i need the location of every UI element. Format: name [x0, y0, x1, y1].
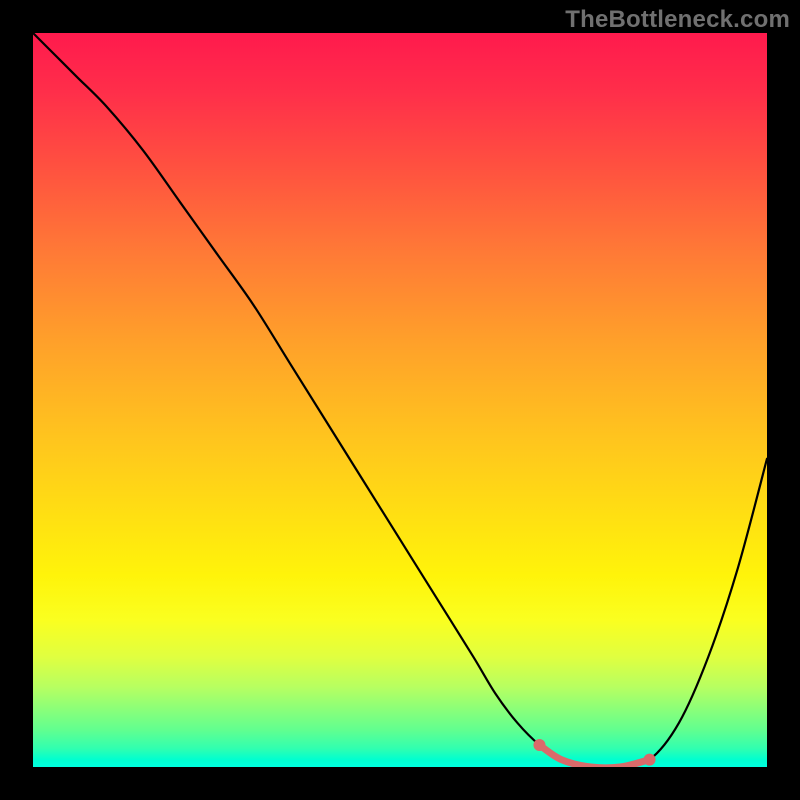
curve-layer	[33, 33, 767, 767]
watermark-text: TheBottleneck.com	[565, 6, 790, 34]
plot-area	[33, 33, 767, 767]
highlight-segment	[539, 745, 649, 767]
highlight-dot	[533, 739, 545, 751]
chart-container: TheBottleneck.com	[0, 0, 800, 800]
highlight-dot	[644, 754, 656, 766]
bottleneck-curve	[33, 33, 767, 767]
